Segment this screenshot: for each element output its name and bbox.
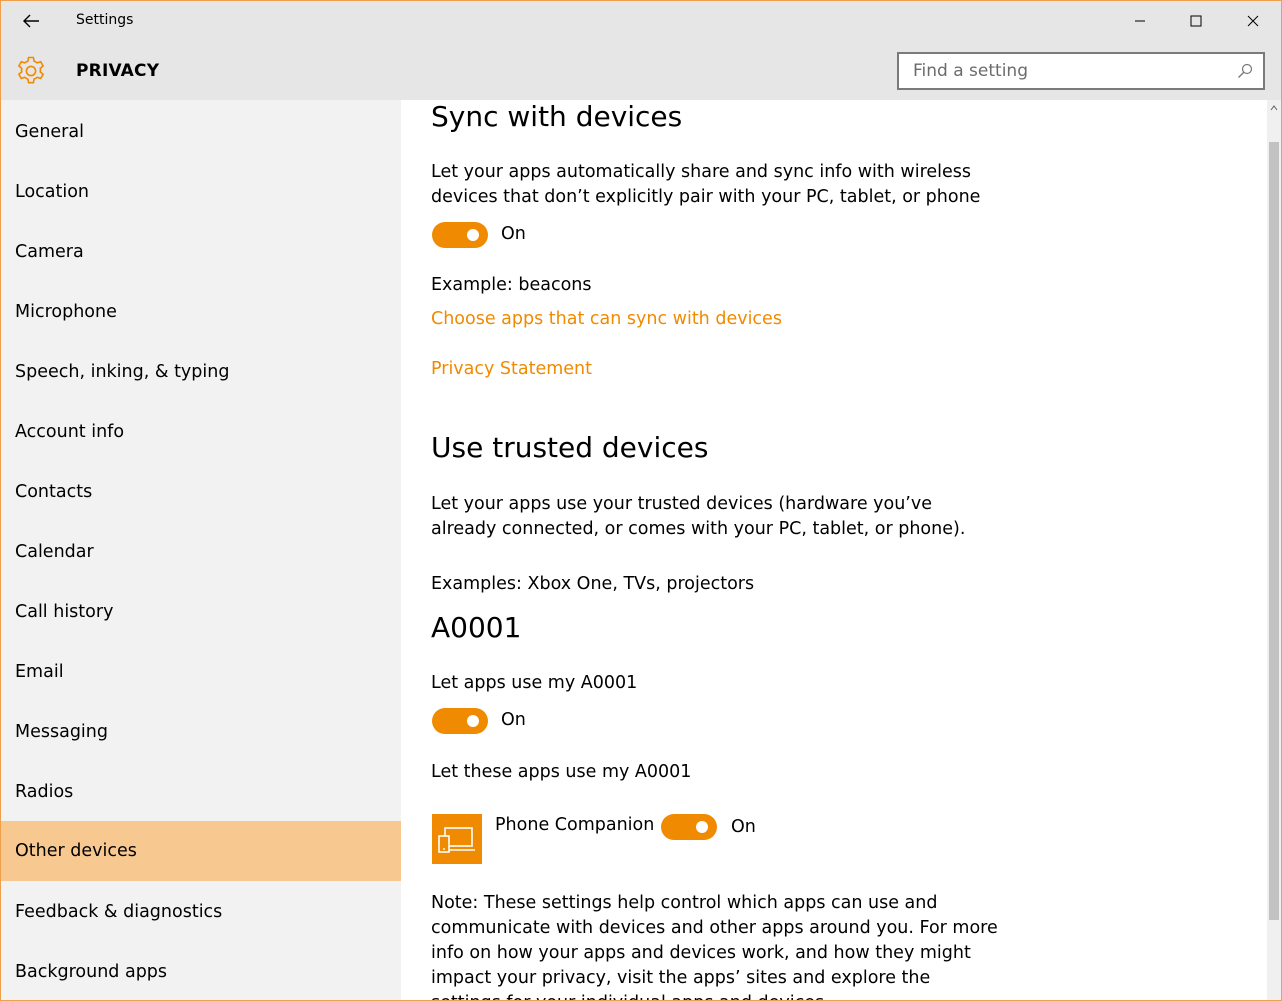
phone-companion-tile <box>432 814 482 864</box>
sidebar-item-label: Radios <box>15 782 74 802</box>
sync-toggle-state: On <box>501 224 526 244</box>
sidebar-item-email[interactable]: Email <box>1 642 401 702</box>
app-name-phone-companion: Phone Companion <box>495 815 655 835</box>
sidebar-item-label: Background apps <box>15 962 168 982</box>
maximize-button[interactable] <box>1167 1 1224 41</box>
search-input[interactable] <box>899 54 1219 88</box>
sidebar-item-call-history[interactable]: Call history <box>1 582 401 642</box>
let-apps-label: Let apps use my A0001 <box>431 673 638 693</box>
section-heading-trusted: Use trusted devices <box>431 431 709 464</box>
sidebar-item-label: Speech, inking, & typing <box>15 362 230 382</box>
minimize-icon <box>1134 20 1145 22</box>
back-button[interactable] <box>15 7 47 35</box>
sidebar-item-label: Feedback & diagnostics <box>15 902 223 922</box>
title-bar: Settings <box>1 1 1281 41</box>
let-apps-toggle[interactable] <box>432 708 488 734</box>
close-button[interactable] <box>1224 1 1281 41</box>
phone-companion-icon <box>438 827 475 853</box>
sidebar-item-label: Email <box>15 662 64 682</box>
content-pane: Sync with devices Let your apps automati… <box>401 100 1267 1000</box>
phone-companion-toggle[interactable] <box>661 814 717 840</box>
sidebar-item-camera[interactable]: Camera <box>1 222 401 282</box>
let-apps-toggle-state: On <box>501 710 526 730</box>
scroll-up-button[interactable] <box>1267 100 1281 116</box>
sidebar-item-speech[interactable]: Speech, inking, & typing <box>1 342 401 402</box>
toggle-knob <box>467 229 479 241</box>
scrollbar[interactable] <box>1267 100 1281 1000</box>
sidebar-item-radios[interactable]: Radios <box>1 762 401 822</box>
toggle-knob <box>696 821 708 833</box>
sidebar-item-label: Other devices <box>15 841 137 861</box>
page-title: PRIVACY <box>76 61 160 81</box>
sidebar-item-messaging[interactable]: Messaging <box>1 702 401 762</box>
choose-apps-link[interactable]: Choose apps that can sync with devices <box>431 309 782 329</box>
device-name-heading: A0001 <box>431 611 522 644</box>
section-heading-sync: Sync with devices <box>431 100 683 133</box>
sync-example: Example: beacons <box>431 275 592 295</box>
scroll-thumb[interactable] <box>1269 142 1279 920</box>
sidebar-item-location[interactable]: Location <box>1 162 401 222</box>
sidebar-item-account-info[interactable]: Account info <box>1 402 401 462</box>
sidebar-item-background-apps[interactable]: Background apps <box>1 942 401 1000</box>
trusted-examples: Examples: Xbox One, TVs, projectors <box>431 574 755 594</box>
sidebar-item-label: Account info <box>15 422 125 442</box>
sidebar-item-contacts[interactable]: Contacts <box>1 462 401 522</box>
sidebar-item-feedback[interactable]: Feedback & diagnostics <box>1 882 401 942</box>
sidebar-item-label: Contacts <box>15 482 93 502</box>
sync-toggle[interactable] <box>432 222 488 248</box>
back-arrow-icon <box>23 14 39 28</box>
these-apps-label: Let these apps use my A0001 <box>431 762 692 782</box>
sidebar-item-label: Camera <box>15 242 84 262</box>
sidebar-item-label: Call history <box>15 602 114 622</box>
sidebar-item-microphone[interactable]: Microphone <box>1 282 401 342</box>
toggle-knob <box>467 715 479 727</box>
chevron-up-icon <box>1270 105 1278 111</box>
minimize-button[interactable] <box>1111 1 1168 41</box>
sidebar-item-label: General <box>15 122 84 142</box>
sidebar-item-label: Messaging <box>15 722 108 742</box>
sidebar: General Location Camera Microphone Speec… <box>1 100 401 1000</box>
phone-companion-toggle-state: On <box>731 817 756 837</box>
note-text: Note: These settings help control which … <box>431 893 998 1000</box>
sidebar-item-general[interactable]: General <box>1 102 401 162</box>
search-box[interactable] <box>897 52 1265 90</box>
sidebar-item-label: Microphone <box>15 302 117 322</box>
gear-icon <box>17 56 45 84</box>
trusted-description: Let your apps use your trusted devices (… <box>431 494 966 539</box>
maximize-icon <box>1190 15 1201 27</box>
settings-window: Settings PRIVACY Find a setting General … <box>0 0 1282 1001</box>
window-title: Settings <box>76 12 134 28</box>
page-header: PRIVACY <box>1 41 1281 100</box>
sync-description: Let your apps automatically share and sy… <box>431 162 981 207</box>
sidebar-item-label: Calendar <box>15 542 94 562</box>
sidebar-item-other-devices[interactable]: Other devices <box>1 821 401 881</box>
close-icon <box>1247 15 1258 27</box>
search-icon[interactable] <box>1237 63 1253 79</box>
privacy-statement-link[interactable]: Privacy Statement <box>431 359 592 379</box>
sidebar-item-label: Location <box>15 182 90 202</box>
sidebar-item-calendar[interactable]: Calendar <box>1 522 401 582</box>
